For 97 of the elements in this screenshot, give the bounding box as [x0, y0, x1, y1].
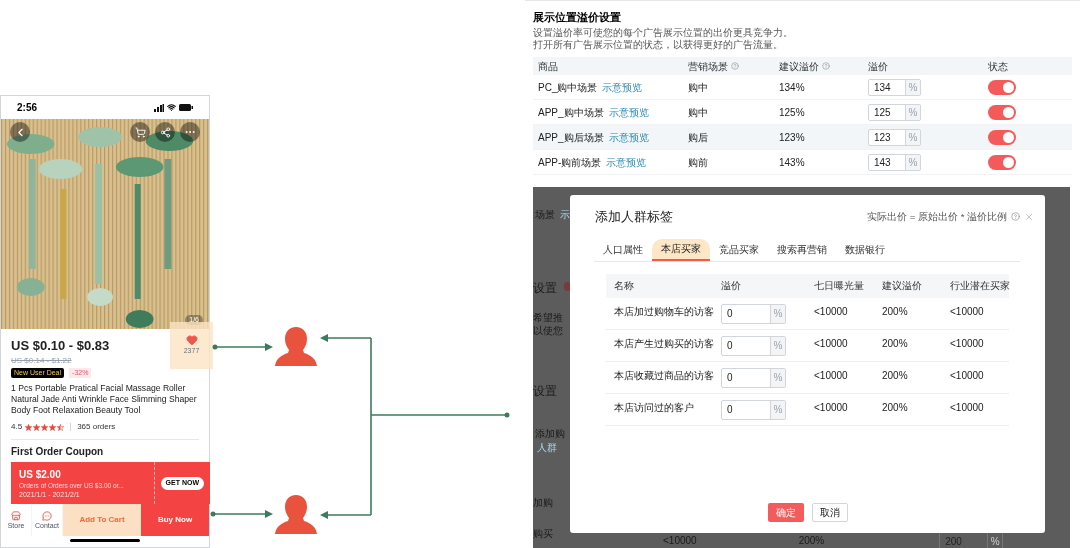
status-toggle[interactable]	[988, 104, 1016, 120]
premium-input[interactable]: 125 %	[868, 103, 921, 121]
status-toggle[interactable]	[988, 154, 1016, 170]
preview-link[interactable]: 示意预览	[602, 79, 643, 95]
chat-icon	[42, 510, 52, 521]
table-cell-text: 本店加过购物车的访客	[614, 304, 715, 319]
table-cell-text: 本店收藏过商品的访客	[614, 368, 715, 383]
share-icon	[159, 126, 171, 138]
rating-value: 4.5	[11, 421, 23, 433]
tab[interactable]: 竞品买家	[710, 238, 768, 261]
premium-input[interactable]: 123 %	[868, 128, 921, 146]
table-cell-text: <10000	[814, 304, 849, 319]
premium-input[interactable]: 0 %	[721, 335, 786, 356]
background-text: <10000	[663, 535, 697, 547]
table-cell-text: 200%	[882, 336, 909, 351]
home-indicator	[70, 539, 140, 542]
price: US $0.10 - $0.83	[11, 337, 110, 355]
tab[interactable]: 本店买家	[652, 238, 710, 261]
close-icon[interactable]	[1024, 211, 1034, 222]
column-header: 状态	[988, 59, 1008, 74]
table-cell-text: <10000	[950, 368, 985, 383]
tab[interactable]: 搜索再营销	[768, 238, 836, 261]
table-cell-text: 200%	[882, 368, 909, 383]
table-cell-text: <10000	[814, 400, 849, 415]
column-header: 名称	[614, 279, 635, 293]
column-header: 商品	[538, 59, 558, 74]
order-count: 365 orders	[77, 421, 116, 433]
premium-input[interactable]: 0 %	[721, 367, 786, 388]
premium-input[interactable]: 0 %	[721, 399, 786, 420]
table-cell-text: 购中	[688, 105, 709, 120]
coupon-amount: US $2.00	[19, 467, 62, 481]
store-icon	[11, 510, 21, 521]
wifi-icon	[167, 103, 176, 112]
person-icon	[274, 493, 318, 535]
table-cell-text: APP_购中场景	[538, 105, 604, 120]
price-formula: 实际出价 = 原始出价 * 溢价比例	[867, 209, 1007, 224]
section-description: 打开所有广告展示位置的状态，以获得更好的广告流量。	[533, 39, 784, 51]
column-header: 营销场景	[688, 59, 728, 74]
help-icon	[731, 62, 739, 70]
help-icon	[822, 62, 830, 70]
premium-input[interactable]: 134 %	[868, 78, 921, 96]
connector-arrow	[212, 343, 273, 351]
table-cell-text: 200%	[882, 400, 909, 415]
table-cell-text: 123%	[779, 130, 806, 145]
person-icon	[274, 325, 318, 367]
product-title: 1 Pcs Portable Pratical Facial Massage Roller Natural Jade Anti Wrinkle Face Slimming Shaper Body Foot Relaxation Beauty Tool	[11, 383, 198, 416]
dialog-title: 添加人群标签	[595, 208, 673, 226]
tab[interactable]: 数据银行	[836, 238, 894, 261]
cart-button[interactable]	[130, 122, 150, 142]
column-header: 七日曝光量	[814, 279, 865, 293]
table-cell-text: 125%	[779, 105, 806, 120]
table-cell-text: 本店访问过的客户	[614, 400, 695, 415]
battery-icon	[179, 104, 193, 111]
status-toggle[interactable]	[988, 129, 1016, 145]
section-title: 展示位置溢价设置	[533, 10, 622, 24]
table-cell-text: 购后	[688, 130, 709, 145]
premium-input[interactable]: 143 %	[868, 153, 921, 171]
status-time: 2:56	[17, 101, 37, 115]
cancel-button[interactable]: 取消	[811, 503, 848, 522]
table-cell-text: 本店产生过购买的访客	[614, 336, 715, 351]
preview-link[interactable]: 示意预览	[606, 154, 647, 170]
column-header: 建议溢价	[779, 59, 819, 74]
table-cell-text: PC_购中场景	[538, 80, 598, 95]
table-cell-text: 134%	[779, 80, 806, 95]
back-button[interactable]	[10, 122, 30, 142]
tab[interactable]: 人口属性	[594, 238, 652, 261]
table-cell-text: <10000	[814, 336, 849, 351]
table-cell-text: <10000	[950, 336, 985, 351]
status-toggle[interactable]	[988, 79, 1016, 95]
table-cell-text: 200%	[882, 304, 909, 319]
section-description: 设置溢价率可使您的每个广告展示位置的出价更具竞争力。	[533, 27, 794, 39]
column-header: 建议溢价	[882, 279, 923, 293]
share-button[interactable]	[155, 122, 175, 142]
coupon-heading: First Order Coupon	[11, 445, 105, 459]
table-cell-text: 购中	[688, 80, 709, 95]
table-cell-text: 143%	[779, 155, 806, 170]
cart-icon	[134, 126, 146, 138]
buy-now-button[interactable]: Buy Now	[141, 504, 209, 536]
heart-icon	[185, 334, 198, 346]
column-header: 溢价	[868, 59, 888, 74]
preview-link[interactable]: 示意预览	[608, 104, 649, 120]
table-cell-text: <10000	[814, 368, 849, 383]
connector-arrow	[210, 510, 273, 518]
signal-icon	[154, 103, 164, 112]
help-icon	[1011, 212, 1020, 222]
premium-input[interactable]: 0 %	[721, 303, 786, 324]
table-cell-text: 购前	[688, 155, 709, 170]
table-cell-text: <10000	[950, 304, 985, 319]
original-price: US $0.14 - $1.22	[11, 355, 72, 367]
table-cell-text: APP-购前场景	[538, 155, 602, 170]
column-header: 溢价	[721, 279, 742, 293]
column-header: 行业潜在买家	[950, 279, 1010, 293]
table-cell-text: <10000	[950, 400, 985, 415]
more-button[interactable]	[180, 122, 200, 142]
preview-link[interactable]: 示意预览	[608, 129, 649, 145]
table-cell-text: APP_购后场景	[538, 130, 604, 145]
background-text: 200%	[798, 535, 825, 547]
